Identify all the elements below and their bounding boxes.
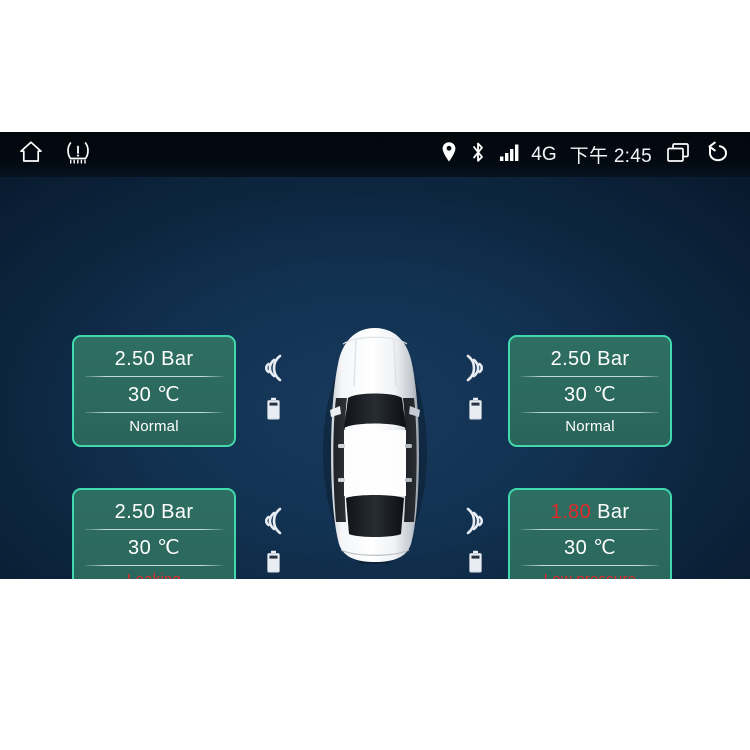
- rear-left-temperature-value: 30: [128, 537, 152, 559]
- front-right-temperature-unit: ℃: [593, 384, 616, 406]
- screenshot-frame: 4G 下午 2:45 2.50 Bar 30 ℃ Normal 2.50 Bar…: [0, 0, 750, 750]
- tire-panel-rear-right[interactable]: 1.80 Bar 30 ℃ Low pressure: [508, 488, 672, 579]
- rear-right-pressure-value: 1.80: [550, 501, 592, 523]
- signal-wave-icon: [260, 501, 286, 541]
- signal-wave-icon: [260, 348, 286, 388]
- tire-panel-front-left[interactable]: 2.50 Bar 30 ℃ Normal: [72, 335, 236, 447]
- sensor-battery-icon: [468, 550, 483, 578]
- front-right-status: Normal: [565, 418, 615, 435]
- front-left-pressure-row: 2.50 Bar: [83, 345, 225, 376]
- status-bar-left-group: [18, 139, 92, 170]
- cellular-signal-icon: [499, 142, 521, 167]
- clock: 下午 2:45: [569, 146, 652, 167]
- sensor-cluster-rear-left: [256, 501, 290, 578]
- front-right-pressure-value: 2.50: [550, 348, 592, 370]
- recent-apps-icon[interactable]: [665, 141, 692, 169]
- rear-left-temperature-unit: ℃: [157, 537, 180, 559]
- front-right-temperature-row: 30 ℃: [519, 377, 661, 412]
- status-bar: 4G 下午 2:45: [0, 132, 750, 177]
- rear-left-pressure-row: 2.50 Bar: [83, 498, 225, 529]
- rear-right-temperature-unit: ℃: [593, 537, 616, 559]
- signal-wave-icon: [462, 501, 488, 541]
- head-unit-screen: 4G 下午 2:45 2.50 Bar 30 ℃ Normal 2.50 Bar…: [0, 132, 750, 579]
- rear-right-temperature-value: 30: [564, 537, 588, 559]
- sensor-battery-icon: [266, 397, 281, 425]
- tire-panel-front-right[interactable]: 2.50 Bar 30 ℃ Normal: [508, 335, 672, 447]
- sensor-cluster-front-left: [256, 348, 290, 425]
- rear-left-pressure-value: 2.50: [114, 501, 156, 523]
- signal-wave-icon: [462, 348, 488, 388]
- tire-panel-rear-left[interactable]: 2.50 Bar 30 ℃ Leaking: [72, 488, 236, 579]
- bluetooth-icon: [470, 141, 486, 169]
- sensor-battery-icon: [468, 397, 483, 425]
- rear-right-temperature-row: 30 ℃: [519, 530, 661, 565]
- front-left-temperature-unit: ℃: [157, 384, 180, 406]
- rear-left-temperature-row: 30 ℃: [83, 530, 225, 565]
- rear-right-status: Low pressure: [519, 566, 661, 579]
- rear-right-pressure-row: 1.80 Bar: [519, 498, 661, 529]
- front-left-temperature-value: 30: [128, 384, 152, 406]
- rear-left-pressure-unit: Bar: [161, 501, 194, 523]
- rear-left-status: Leaking: [83, 566, 225, 579]
- rear-right-pressure-unit: Bar: [597, 501, 630, 523]
- vehicle-top-view: [316, 326, 434, 568]
- front-left-temperature-row: 30 ℃: [83, 377, 225, 412]
- home-icon[interactable]: [18, 139, 44, 170]
- location-pin-icon: [441, 141, 457, 168]
- front-right-temperature-value: 30: [564, 384, 588, 406]
- sensor-cluster-front-right: [458, 348, 492, 425]
- front-left-pressure-unit: Bar: [161, 348, 194, 370]
- status-bar-right-group: 4G 下午 2:45: [441, 141, 732, 169]
- sensor-battery-icon: [266, 550, 281, 578]
- network-type-label: 4G: [531, 143, 557, 165]
- tpms-warning-icon[interactable]: [64, 139, 92, 170]
- sensor-cluster-rear-right: [458, 501, 492, 578]
- front-right-pressure-row: 2.50 Bar: [519, 345, 661, 376]
- front-left-pressure-value: 2.50: [114, 348, 156, 370]
- front-right-pressure-unit: Bar: [597, 348, 630, 370]
- front-left-status: Normal: [129, 418, 179, 435]
- back-arrow-icon[interactable]: [705, 141, 732, 169]
